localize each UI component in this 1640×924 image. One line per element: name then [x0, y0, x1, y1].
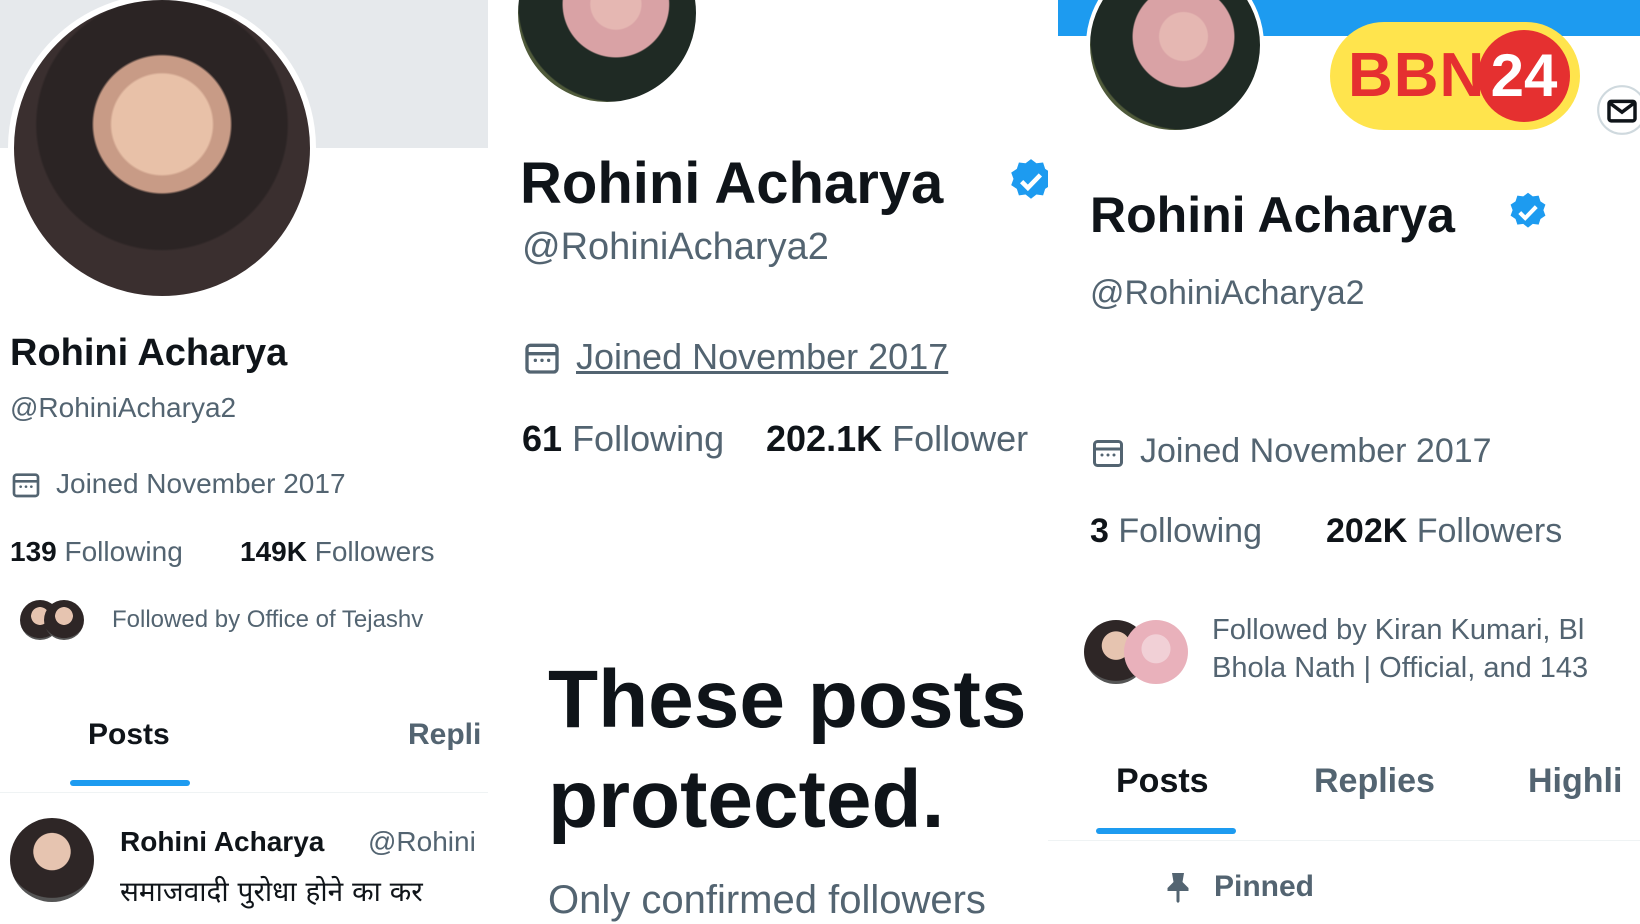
- followers-count: 149K: [240, 536, 307, 567]
- active-tab-indicator: [1096, 828, 1236, 834]
- joined-date: Joined November 2017: [522, 336, 948, 378]
- followers-count: 202.1K: [766, 418, 883, 459]
- joined-label: Joined November 2017: [1140, 432, 1492, 470]
- followers-label: Followers: [1416, 512, 1563, 550]
- calendar-icon: [12, 473, 40, 498]
- protected-subtitle: Only confirmed followers: [548, 878, 986, 922]
- following-stat[interactable]: 3 Following: [1090, 512, 1262, 551]
- followed-by-line1: Followed by Kiran Kumari, Bl: [1212, 614, 1585, 646]
- followed-by-line2: Bhola Nath | Official, and 143: [1212, 651, 1589, 684]
- tab-replies[interactable]: Replies: [1314, 762, 1435, 801]
- followed-by-text[interactable]: Followed by Kiran Kumari, Bl Bhola Nath …: [1212, 612, 1588, 687]
- following-count: 139: [10, 536, 57, 567]
- active-tab-indicator: [70, 780, 190, 786]
- followed-by-text[interactable]: Followed by Office of Tejashv: [112, 604, 423, 635]
- profile-handle: @RohiniAcharya2: [522, 226, 829, 268]
- follower-avatar: [1124, 620, 1188, 684]
- followers-stat[interactable]: 202.1K Follower: [766, 418, 1028, 460]
- post-text: समाजवादी पुरोधा होने का कर: [120, 875, 423, 908]
- following-label: Following: [572, 418, 725, 459]
- joined-date: Joined November 2017: [1090, 432, 1492, 471]
- logo-number: 24: [1478, 30, 1570, 122]
- profile-panel-right: Rohini Acharya @RohiniAcharya2 Joined No…: [1048, 0, 1640, 924]
- followers-label: Follower: [892, 418, 1029, 459]
- followers-stat[interactable]: 149K Followers: [240, 536, 435, 568]
- profile-panel-left: Rohini Acharya @RohiniAcharya2 Joined No…: [0, 0, 488, 924]
- followers-label: Followers: [314, 536, 435, 567]
- message-icon[interactable]: [1596, 84, 1640, 136]
- following-count: 61: [522, 418, 563, 459]
- calendar-icon: [1093, 439, 1123, 467]
- following-stat[interactable]: 139 Following: [10, 536, 183, 568]
- following-label: Following: [64, 536, 183, 567]
- verified-badge-icon[interactable]: [1006, 156, 1048, 206]
- joined-label[interactable]: Joined November 2017: [576, 336, 948, 378]
- profile-handle: @RohiniAcharya2: [1090, 274, 1365, 312]
- tab-posts[interactable]: Posts: [1116, 762, 1209, 801]
- pinned-label: Pinned: [1214, 870, 1315, 903]
- tabs-divider: [1048, 840, 1640, 841]
- post-handle: @Rohini: [368, 826, 476, 857]
- avatar[interactable]: [1086, 0, 1264, 134]
- tab-replies[interactable]: Repli: [408, 718, 481, 752]
- protected-title-line2: protected.: [548, 754, 945, 845]
- tabs-divider: [0, 792, 488, 793]
- avatar[interactable]: [8, 0, 316, 302]
- follower-avatar: [44, 600, 84, 640]
- pin-icon: [1167, 873, 1189, 903]
- post-author[interactable]: Rohini Acharya: [120, 826, 324, 858]
- bbn24-logo: BBN 24: [1330, 22, 1580, 130]
- followers-count: 202K: [1326, 512, 1408, 550]
- calendar-icon: [525, 343, 559, 374]
- profile-name: Rohini Acharya: [520, 151, 944, 216]
- protected-title: These posts protected.: [548, 650, 1026, 850]
- profile-handle: @RohiniAcharya2: [10, 392, 237, 423]
- joined-date: Joined November 2017: [10, 468, 346, 500]
- following-label: Following: [1118, 512, 1262, 550]
- followers-stat[interactable]: 202K Followers: [1326, 512, 1562, 551]
- tab-highlights[interactable]: Highli: [1528, 762, 1622, 801]
- profile-name: Rohini Acharya: [10, 332, 288, 374]
- profile-name: Rohini Acharya: [1090, 187, 1455, 243]
- post-avatar[interactable]: [10, 818, 94, 902]
- tab-posts[interactable]: Posts: [88, 718, 170, 752]
- profile-panel-middle: Rohini Acharya @RohiniAcharya2 Joined No…: [488, 0, 1048, 924]
- logo-text: BBN: [1348, 41, 1486, 110]
- joined-label: Joined November 2017: [56, 468, 346, 499]
- protected-title-line1: These posts: [548, 654, 1027, 745]
- following-count: 3: [1090, 512, 1109, 550]
- following-stat[interactable]: 61 Following: [522, 418, 724, 460]
- verified-badge-icon[interactable]: [1506, 190, 1550, 234]
- avatar[interactable]: [514, 0, 700, 106]
